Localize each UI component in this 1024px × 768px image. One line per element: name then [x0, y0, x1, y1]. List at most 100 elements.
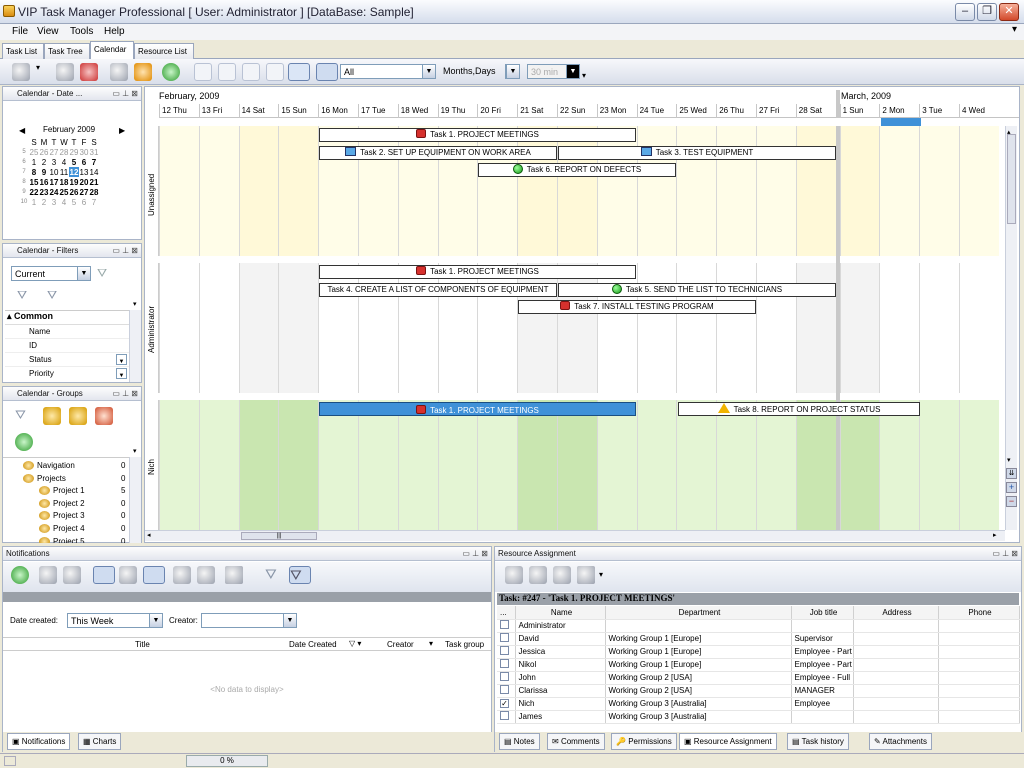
task-properties-icon[interactable] — [110, 63, 128, 81]
calendar-day[interactable]: 11 — [59, 167, 69, 177]
group-tree-item[interactable]: Project 5 0 — [3, 536, 129, 543]
panel-controls-icon[interactable]: ▭ ⊥ ⊠ — [112, 246, 138, 255]
refresh-icon[interactable] — [11, 566, 29, 584]
day-cell[interactable] — [358, 400, 398, 530]
day-cell[interactable] — [318, 400, 358, 530]
day-cell[interactable] — [198, 400, 239, 530]
column-task-group[interactable]: Task group — [445, 640, 484, 649]
week-view-icon[interactable] — [242, 63, 260, 81]
filter-icon[interactable]: ▽ ▾ — [349, 639, 361, 648]
calendar-grid[interactable] — [159, 126, 1005, 530]
column-select[interactable]: ... — [497, 606, 516, 620]
tab-permissions[interactable]: 🔑 Permissions — [611, 733, 677, 750]
column-creator[interactable]: Creator — [387, 640, 414, 649]
group-filter-icon[interactable]: ⛛ — [15, 407, 33, 425]
panel-controls-icon[interactable]: ▭ ⊥ ⊠ — [112, 89, 138, 98]
filter-field-id[interactable]: ID — [5, 339, 129, 353]
assign-checkbox[interactable] — [500, 672, 509, 681]
task-bar[interactable]: Task 2. SET UP EQUIPMENT ON WORK AREA — [319, 146, 557, 160]
day-cell[interactable] — [919, 263, 959, 393]
calendar-day[interactable]: 10 — [49, 167, 59, 177]
menu-file[interactable]: File — [12, 26, 28, 37]
scale-select[interactable]: ▼ — [505, 64, 520, 79]
day-header[interactable]: 18 Wed — [397, 104, 438, 118]
calendar-day[interactable]: 5 — [69, 157, 79, 167]
calendar-day[interactable]: 16 — [39, 177, 49, 187]
filter-field-priority[interactable]: Priority ▼ — [5, 367, 129, 381]
day-cell[interactable] — [517, 400, 557, 530]
column-department[interactable]: Department — [605, 606, 792, 620]
day-cell[interactable] — [676, 400, 717, 530]
day-header[interactable]: 15 Sun — [278, 104, 318, 118]
task-bar[interactable]: Task 5. SEND THE LIST TO TECHNICIANS — [558, 283, 836, 297]
day-cell[interactable] — [879, 126, 920, 256]
day-cell[interactable] — [919, 126, 959, 256]
day-cell[interactable] — [959, 400, 999, 530]
day-header[interactable]: 1 Sun — [839, 104, 880, 118]
chevron-down-icon[interactable]: ▼ — [116, 354, 127, 365]
calendar-day[interactable]: 1 — [29, 197, 39, 207]
toolbar-overflow-icon[interactable]: ▾ — [582, 71, 586, 80]
day-header[interactable]: 12 Thu — [159, 104, 199, 118]
task-bar-selected[interactable]: Task 1. PROJECT MEETINGS — [319, 402, 636, 416]
day-cell[interactable] — [437, 400, 478, 530]
group-tree-item[interactable]: Project 3 0 — [3, 510, 129, 522]
calendar-day[interactable]: 2 — [39, 157, 49, 167]
work-week-view-icon[interactable] — [218, 63, 236, 81]
calendar-day[interactable]: 21 — [89, 177, 99, 187]
chevron-down-icon[interactable]: ▼ — [566, 65, 579, 78]
day-cell[interactable] — [959, 263, 999, 393]
assign-checkbox[interactable] — [500, 711, 509, 720]
menu-tools[interactable]: Tools — [70, 26, 93, 37]
calendar-day[interactable]: 7 — [89, 197, 99, 207]
day-cell[interactable] — [636, 400, 677, 530]
day-header[interactable]: 26 Thu — [716, 104, 756, 118]
tab-notes[interactable]: ▤ Notes — [499, 733, 540, 750]
interval-select[interactable]: 30 min ▼ — [527, 64, 580, 79]
day-header[interactable]: 16 Mon — [318, 104, 358, 118]
panel-controls-icon[interactable]: ▭ ⊥ ⊠ — [462, 549, 488, 558]
mark-read-icon[interactable] — [39, 566, 57, 584]
assign-checkbox[interactable] — [500, 685, 509, 694]
filter-field-name[interactable]: Name — [5, 325, 129, 339]
calendar-day[interactable]: 24 — [49, 187, 59, 197]
day-header[interactable]: 19 Thu — [437, 104, 478, 118]
tab-calendar[interactable]: Calendar — [90, 41, 134, 59]
calendar-day[interactable]: 5 — [69, 197, 79, 207]
day-cell[interactable] — [879, 263, 920, 393]
open-task-icon[interactable] — [173, 566, 191, 584]
calendar-day[interactable]: 27 — [79, 187, 89, 197]
chevron-down-icon[interactable]: ▼ — [422, 65, 435, 78]
day-cell[interactable] — [756, 400, 796, 530]
day-cell[interactable] — [159, 126, 199, 256]
add-filter-icon[interactable]: ⛛ — [17, 288, 27, 303]
day-cell[interactable] — [839, 126, 880, 256]
toolbar-overflow-icon[interactable]: ▾ — [133, 447, 137, 455]
next-month-icon[interactable]: ▶ — [119, 126, 125, 135]
column-date-created[interactable]: Date Created — [289, 640, 337, 649]
tab-resource-list[interactable]: Resource List — [134, 43, 194, 59]
columns-icon[interactable] — [577, 566, 595, 584]
chevron-down-icon[interactable]: ▼ — [283, 614, 296, 627]
day-cell[interactable] — [278, 400, 319, 530]
day-cell[interactable] — [397, 400, 438, 530]
calendar-vertical-scrollbar[interactable]: ▴ ▾ ⇊ + − — [1005, 126, 1017, 530]
assign-resource-icon[interactable] — [505, 566, 523, 584]
filter-field-status[interactable]: Status ▼ — [5, 353, 129, 367]
month-view-icon[interactable] — [266, 63, 284, 81]
chevron-down-icon[interactable]: ▾ — [429, 639, 433, 648]
toolbar-overflow-icon[interactable]: ▾ — [133, 300, 137, 308]
tab-notifications[interactable]: ▣ Notifications — [7, 733, 71, 750]
day-cell[interactable] — [198, 263, 239, 393]
task-bar[interactable]: Task 6. REPORT ON DEFECTS — [478, 163, 676, 177]
day-header[interactable]: 24 Tue — [636, 104, 677, 118]
tab-resource-assignment[interactable]: ▣ Resource Assignment — [679, 733, 777, 750]
new-task-icon[interactable] — [12, 63, 30, 81]
day-cell[interactable] — [278, 126, 319, 256]
day-cell[interactable] — [879, 400, 920, 530]
panel-controls-icon[interactable]: ▭ ⊥ ⊠ — [112, 389, 138, 398]
calendar-day[interactable]: 20 — [79, 177, 89, 187]
funnel-icon[interactable]: ⛛ — [97, 266, 113, 282]
column-job-title[interactable]: Job title — [791, 606, 854, 620]
group-tree-item[interactable]: Project 4 0 — [3, 523, 129, 535]
